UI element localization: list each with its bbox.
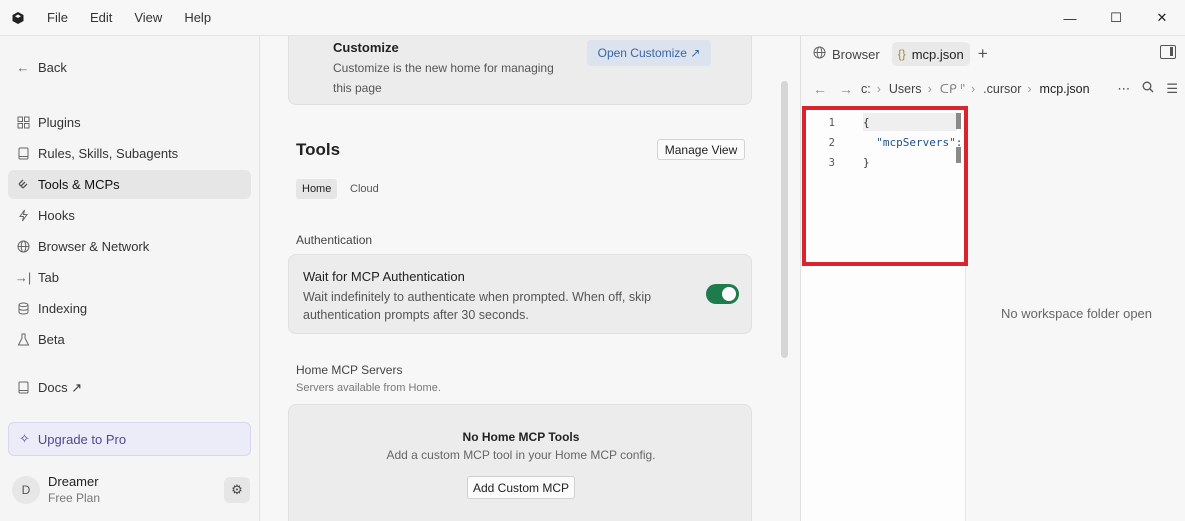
editor-actions: ⋯ ☰ — [1105, 81, 1178, 97]
sidebar-item-tab[interactable]: →| Tab — [8, 263, 251, 292]
sidebar-item-label: Browser & Network — [38, 239, 150, 254]
book-icon — [16, 147, 30, 161]
breadcrumb-separator: › — [970, 81, 976, 96]
tab-browser[interactable]: Browser — [807, 42, 886, 66]
breadcrumb-item[interactable]: ᑕᑭ ᑊ' — [940, 81, 965, 96]
upgrade-label: Upgrade to Pro — [37, 431, 127, 447]
close-button[interactable]: ✕ — [1139, 0, 1185, 36]
manage-view-button[interactable]: Manage View — [657, 139, 745, 160]
customize-description: Customize is the new home for managing t… — [333, 61, 554, 95]
bolt-icon — [16, 209, 30, 223]
mcp-auth-toggle[interactable] — [706, 284, 739, 304]
sparkle-icon: ✧ — [19, 431, 30, 446]
sidebar-item-tools-mcps[interactable]: Tools & MCPs — [8, 170, 251, 199]
menu-help[interactable]: Help — [173, 10, 222, 25]
globe-icon — [813, 46, 826, 62]
authentication-heading: Authentication — [296, 233, 373, 247]
gear-icon: ⚙ — [231, 482, 243, 497]
empty-state-title: No Home MCP Tools — [462, 430, 580, 444]
upgrade-to-pro-button[interactable]: ✧ Upgrade to Pro — [8, 422, 251, 456]
globe-icon — [16, 240, 30, 254]
sidebar-item-label: Plugins — [38, 115, 81, 130]
tab-label: Browser — [832, 46, 880, 62]
menu-file[interactable]: File — [36, 10, 79, 25]
mcp-auth-card: Wait for MCP Authentication Wait indefin… — [288, 254, 752, 334]
tools-icon — [16, 178, 30, 192]
settings-sidebar: ← Back Plugins Rules, Skills, Subagents … — [0, 36, 260, 521]
menu-edit[interactable]: Edit — [79, 10, 123, 25]
window-controls: — ☐ ✕ — [1047, 0, 1185, 36]
book-icon — [16, 381, 30, 395]
add-custom-mcp-button[interactable]: Add Custom MCP — [467, 476, 575, 499]
settings-button[interactable]: ⚙ — [224, 477, 250, 503]
customize-card: Customize Customize is the new home for … — [288, 36, 752, 105]
sidebar-item-label: Indexing — [38, 301, 88, 316]
sidebar-item-docs[interactable]: Docs ↗ — [8, 373, 251, 402]
sidebar-item-label: Docs ↗ — [38, 379, 83, 395]
scrollbar[interactable] — [781, 81, 788, 358]
breadcrumb-item[interactable]: .cursor — [983, 82, 1021, 96]
sidebar-item-plugins[interactable]: Plugins — [8, 108, 251, 137]
sidebar-item-browser-network[interactable]: Browser & Network — [8, 232, 251, 261]
settings-content: Customize Customize is the new home for … — [261, 36, 799, 521]
sidebar-item-label: Rules, Skills, Subagents — [38, 146, 179, 161]
home-mcp-empty-card: No Home MCP Tools Add a custom MCP tool … — [288, 404, 752, 521]
mcp-auth-description: Wait indefinitely to authenticate when p… — [303, 290, 652, 322]
plugin-icon — [16, 116, 30, 130]
sidebar-item-label: Tab — [38, 270, 59, 285]
forward-arrow-icon[interactable]: → — [839, 81, 853, 97]
pane-tab-bar: Browser {} mcp.json + — [801, 36, 1185, 72]
back-arrow-icon[interactable]: ← — [813, 81, 827, 97]
tab-home[interactable]: Home — [296, 179, 338, 199]
home-mcp-servers-subtitle: Servers available from Home. — [296, 382, 441, 394]
avatar: D — [12, 475, 40, 504]
arrow-left-icon: ← — [16, 60, 30, 75]
minimize-button[interactable]: — — [1047, 0, 1093, 36]
breadcrumb-item[interactable]: c: — [861, 82, 871, 96]
search-icon[interactable] — [1142, 81, 1154, 97]
maximize-button[interactable]: ☐ — [1093, 0, 1139, 36]
breadcrumb: ← → c: › Users › ᑕᑭ ᑊ' › .cursor › mcp.j… — [801, 72, 1185, 105]
tab-mcp-json[interactable]: {} mcp.json — [891, 42, 970, 66]
sidebar-item-label: Tools & MCPs — [38, 177, 120, 192]
user-name: Dreamer — [48, 474, 99, 489]
open-customize-button[interactable]: Open Customize ↗ — [587, 40, 711, 66]
menu-bar: File Edit View Help — [36, 10, 222, 25]
user-profile[interactable]: D Dreamer Free Plan — [12, 474, 100, 505]
title-bar: File Edit View Help — ☐ ✕ — [0, 0, 1185, 36]
breadcrumb-separator: › — [927, 81, 932, 96]
annotation-highlight-box — [802, 106, 968, 266]
toggle-panel-icon[interactable] — [1160, 45, 1176, 59]
tab-cloud[interactable]: Cloud — [344, 179, 385, 199]
customize-title: Customize — [333, 40, 399, 55]
empty-workspace-message: No workspace folder open — [1000, 305, 1153, 321]
back-label: Back — [38, 60, 67, 75]
user-plan: Free Plan — [48, 491, 101, 505]
braces-icon: {} — [897, 47, 906, 61]
tab-arrow-icon: →| — [14, 270, 32, 285]
outline-list-icon[interactable]: ☰ — [1166, 81, 1178, 97]
menu-view[interactable]: View — [123, 10, 173, 25]
sidebar-item-hooks[interactable]: Hooks — [8, 201, 251, 230]
breadcrumb-separator: › — [876, 81, 881, 96]
breadcrumb-separator: › — [1027, 81, 1032, 96]
database-icon — [16, 302, 30, 316]
breadcrumb-item[interactable]: mcp.json — [1040, 82, 1090, 96]
sidebar-item-indexing[interactable]: Indexing — [8, 294, 251, 323]
home-mcp-servers-heading: Home MCP Servers — [296, 363, 403, 377]
breadcrumb-item[interactable]: Users — [889, 82, 922, 96]
sidebar-item-beta[interactable]: Beta — [8, 325, 251, 354]
back-button[interactable]: ← Back — [8, 53, 251, 82]
page-title: Tools — [296, 140, 341, 159]
flask-icon — [16, 333, 30, 347]
more-icon[interactable]: ⋯ — [1117, 81, 1130, 97]
tab-label: mcp.json — [911, 46, 964, 62]
new-tab-button[interactable]: + — [978, 44, 988, 64]
mcp-auth-title: Wait for MCP Authentication — [303, 269, 465, 284]
empty-state-description: Add a custom MCP tool in your Home MCP c… — [386, 448, 656, 462]
sidebar-item-rules[interactable]: Rules, Skills, Subagents — [8, 139, 251, 168]
app-logo-icon — [0, 0, 36, 36]
sidebar-item-label: Beta — [38, 332, 65, 347]
sidebar-item-label: Hooks — [38, 208, 75, 223]
